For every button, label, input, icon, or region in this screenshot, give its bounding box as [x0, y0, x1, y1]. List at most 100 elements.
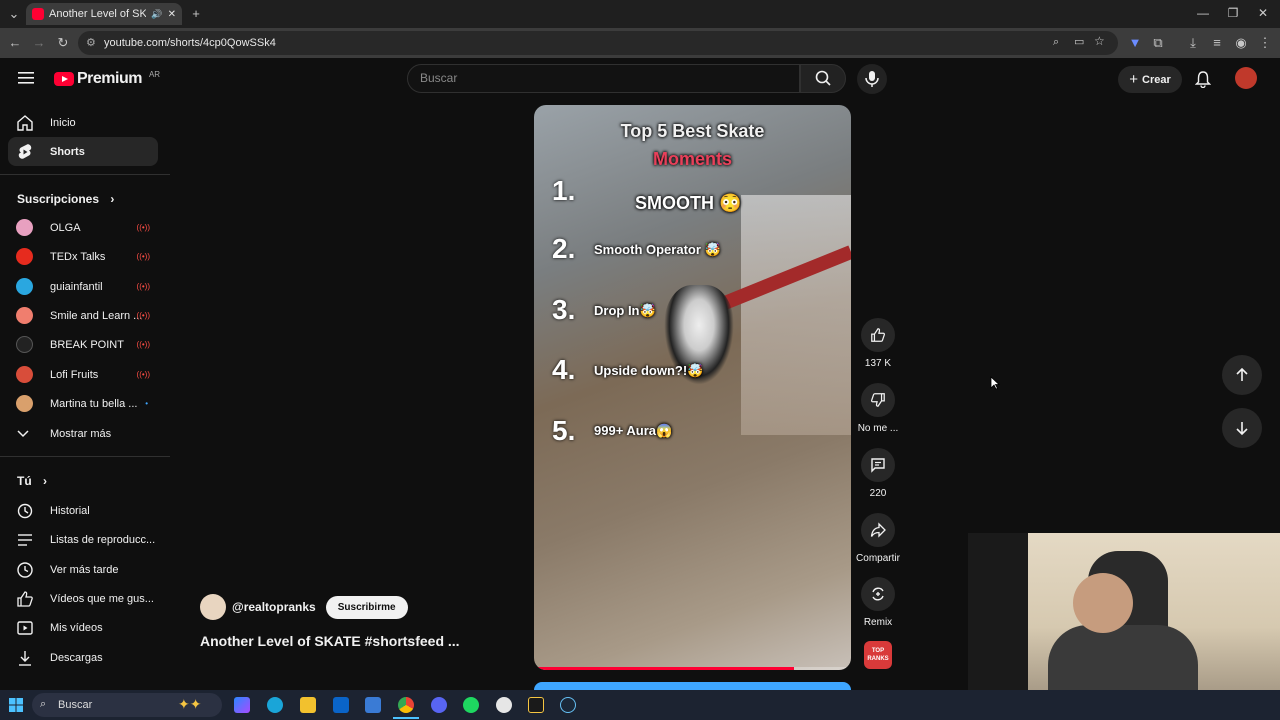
- you-header[interactable]: Tú ›: [17, 474, 47, 488]
- restore-icon[interactable]: ❐: [1218, 6, 1248, 22]
- sidebar-item-guiainfantil[interactable]: guiainfantil ((•)): [8, 272, 158, 301]
- sidebar-item-my-videos[interactable]: Mis vídeos: [8, 613, 158, 642]
- sidebar-item-downloads[interactable]: Descargas: [8, 643, 158, 672]
- sidebar-item-smile-and-learn[interactable]: Smile and Learn ... ((•)): [8, 301, 158, 330]
- sidebar-item-label: BREAK POINT: [50, 338, 124, 351]
- live-indicator-icon: ((•)): [136, 340, 150, 349]
- remix-label: Remix: [863, 617, 893, 628]
- copilot-app-icon[interactable]: [234, 697, 250, 713]
- video-progress-bar[interactable]: [534, 667, 851, 670]
- region-code: AR: [148, 69, 161, 79]
- voice-search-mic-icon[interactable]: [857, 64, 887, 94]
- sidebar-item-liked-videos[interactable]: Vídeos que me gus...: [8, 584, 158, 613]
- subscribe-button[interactable]: Suscribirme: [325, 595, 408, 619]
- chevron-right-icon: ›: [43, 474, 48, 488]
- forward-icon[interactable]: →: [31, 35, 47, 51]
- hamburger-menu-icon[interactable]: [18, 71, 34, 85]
- clock-icon: [16, 561, 50, 579]
- tab-close-icon[interactable]: ✕: [168, 9, 176, 20]
- share-button[interactable]: Compartir: [855, 513, 901, 564]
- sidebar-item-label: TEDx Talks: [50, 250, 106, 263]
- sidebar-item-break-point[interactable]: BREAK POINT ((•)): [8, 330, 158, 359]
- minimize-icon[interactable]: —: [1188, 6, 1218, 22]
- sidebar-item-historial[interactable]: Historial: [8, 496, 158, 525]
- thumb-down-icon: [861, 383, 895, 417]
- channel-avatar: [16, 307, 33, 324]
- store-app-icon[interactable]: [365, 697, 381, 713]
- edge-app-icon[interactable]: [267, 697, 283, 713]
- sidebar-item-watch-later[interactable]: Ver más tarde: [8, 555, 158, 584]
- spotify-app-icon[interactable]: [463, 697, 479, 713]
- sidebar-item-olga[interactable]: OLGA ((•)): [8, 213, 158, 242]
- site-info-icon[interactable]: ⚙: [86, 36, 96, 49]
- shorts-video-player[interactable]: Top 5 Best Skate Moments 1. SMOOTH 😳 2. …: [534, 105, 851, 670]
- obs-app-icon[interactable]: [496, 697, 512, 713]
- show-more-button[interactable]: Mostrar más: [8, 419, 158, 448]
- extensions-puzzle-icon[interactable]: ⧉: [1150, 35, 1166, 51]
- sidebar-item-label: Listas de reproducc...: [50, 533, 156, 546]
- dislike-label: No me ...: [857, 423, 899, 434]
- sidebar-divider: [0, 456, 170, 457]
- reload-icon[interactable]: ↻: [55, 35, 71, 51]
- tab-search-icon[interactable]: ⌄: [6, 6, 22, 22]
- discord-app-icon[interactable]: [431, 697, 447, 713]
- menu-kebab-icon[interactable]: ⋮: [1257, 35, 1273, 51]
- channel-name[interactable]: @realtopranks: [232, 600, 316, 614]
- close-window-icon[interactable]: ✕: [1248, 6, 1278, 22]
- create-button[interactable]: + Crear: [1118, 66, 1182, 93]
- thumb-up-icon: [861, 318, 895, 352]
- next-short-preview[interactable]: [534, 682, 851, 690]
- notifications-bell-icon[interactable]: [1195, 70, 1211, 88]
- dislike-button[interactable]: No me ...: [855, 383, 901, 434]
- overlay-title-line-1: Top 5 Best Skate: [534, 121, 851, 142]
- zoom-icon[interactable]: ⌕: [1053, 36, 1059, 49]
- bookmark-star-icon[interactable]: ☆: [1094, 34, 1105, 48]
- remix-button[interactable]: Remix: [855, 577, 901, 628]
- subscriptions-header[interactable]: Suscripciones ›: [17, 192, 114, 206]
- channel-badge-avatar[interactable]: TOP RANKS: [864, 641, 892, 669]
- comments-button[interactable]: 220: [855, 448, 901, 499]
- taskbar-search[interactable]: ⌕ Buscar ✦✦: [32, 693, 222, 717]
- overlay-title-text: Top 5 Best Skate: [620, 121, 765, 141]
- cast-icon[interactable]: ▭: [1074, 35, 1084, 48]
- search-button[interactable]: [800, 64, 846, 93]
- steam-app-icon[interactable]: [560, 697, 576, 713]
- subscriptions-header-label: Suscripciones: [17, 192, 100, 206]
- speaker-icon[interactable]: 🔊: [151, 9, 162, 20]
- like-button[interactable]: 137 K: [855, 318, 901, 369]
- sidebar-item-lofi-fruits[interactable]: Lofi Fruits ((•)): [8, 360, 158, 389]
- browser-tab[interactable]: Another Level of SKATE #sh 🔊 ✕: [26, 3, 182, 25]
- playlist-icon: [16, 531, 50, 549]
- new-tab-icon[interactable]: +: [188, 6, 204, 22]
- sidebar-item-martina[interactable]: Martina tu bella ... •: [8, 389, 158, 418]
- app-icon[interactable]: [528, 697, 544, 713]
- sidebar-item-tedx-talks[interactable]: TEDx Talks ((•)): [8, 242, 158, 271]
- channel-avatar[interactable]: [200, 594, 226, 620]
- url-text: youtube.com/shorts/4cp0QowSSk4: [104, 37, 276, 49]
- next-short-button[interactable]: [1222, 408, 1262, 448]
- previous-short-button[interactable]: [1222, 355, 1262, 395]
- extension-icon[interactable]: ▼: [1127, 35, 1143, 51]
- media-icon[interactable]: ≡: [1209, 35, 1225, 51]
- file-explorer-icon[interactable]: [300, 697, 316, 713]
- outlook-app-icon[interactable]: [333, 697, 349, 713]
- live-indicator-icon: ((•)): [136, 223, 150, 232]
- acoustic-panel: [968, 533, 1028, 690]
- address-bar[interactable]: ⚙ youtube.com/shorts/4cp0QowSSk4 ⌕ ▭ ☆: [78, 31, 1118, 55]
- sidebar-item-playlists[interactable]: Listas de reproducc...: [8, 525, 158, 554]
- downloads-icon[interactable]: ⤓: [1185, 35, 1201, 51]
- youtube-premium-logo[interactable]: Premium AR: [54, 70, 160, 88]
- sidebar-item-label: Inicio: [50, 116, 76, 129]
- windows-start-icon[interactable]: [9, 698, 23, 712]
- profile-icon[interactable]: ◉: [1233, 35, 1249, 51]
- back-icon[interactable]: ←: [7, 35, 23, 51]
- thumb-up-icon: [16, 590, 50, 608]
- account-avatar[interactable]: [1235, 67, 1257, 89]
- search-input[interactable]: Buscar: [407, 64, 800, 93]
- short-title[interactable]: Another Level of SKATE #shortsfeed ...: [200, 633, 460, 649]
- channel-avatar: [16, 336, 33, 353]
- sidebar-item-inicio[interactable]: Inicio: [8, 108, 158, 137]
- sidebar-item-shorts[interactable]: Shorts: [8, 137, 158, 166]
- logo-text: Premium: [77, 70, 142, 87]
- chrome-app-icon[interactable]: [398, 697, 414, 713]
